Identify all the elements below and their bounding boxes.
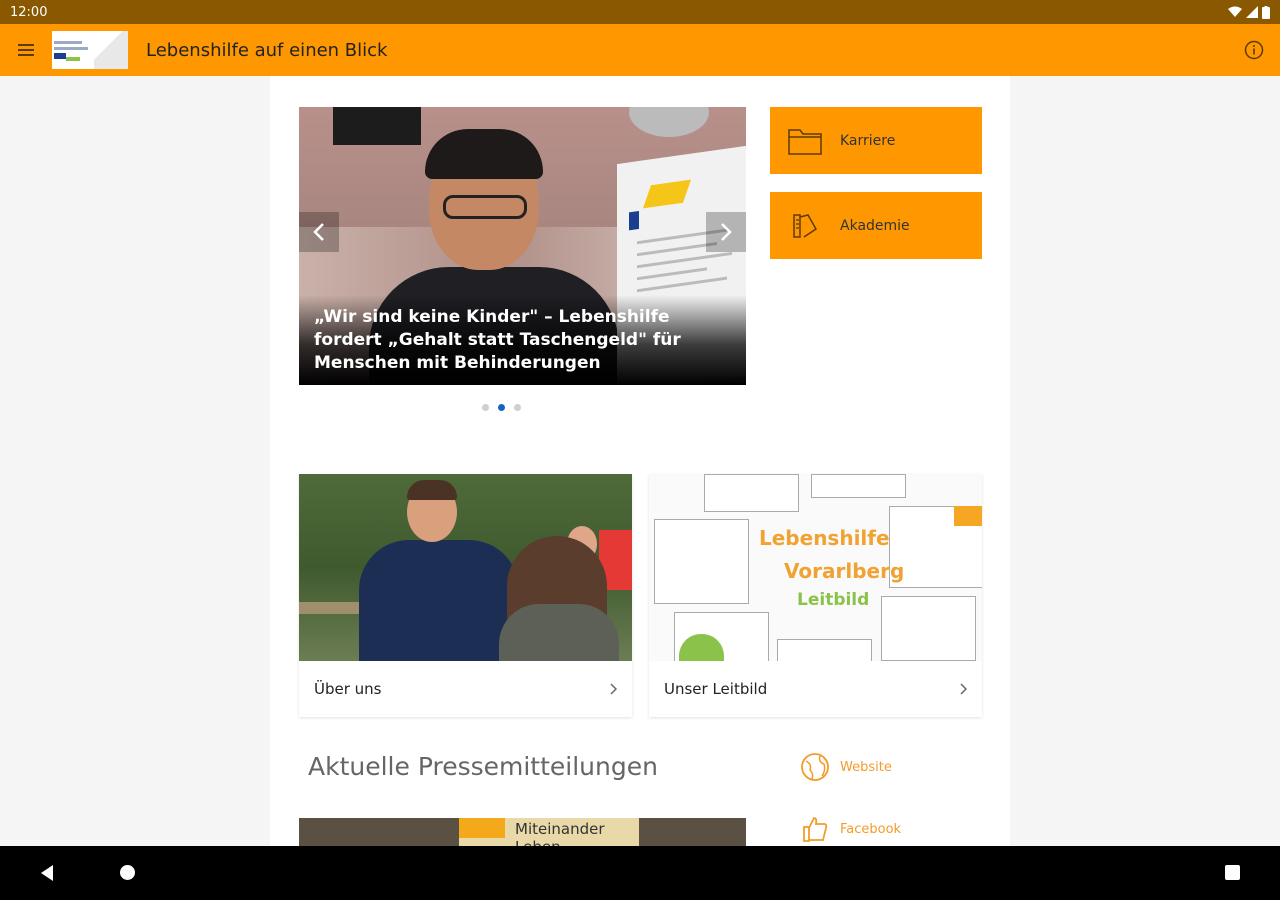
leitbild-image: Lebenshilfe Vorarlberg Leitbild: [649, 474, 982, 661]
carousel-dot[interactable]: [482, 404, 489, 411]
ueber-uns-image: [299, 474, 632, 661]
press-image-sign: Miteinander Leben: [515, 820, 605, 846]
info-button[interactable]: [1228, 24, 1280, 76]
leitbild-image-text: Lebenshilfe: [759, 526, 890, 550]
signal-icon: [1246, 6, 1258, 18]
navigation-bar: [0, 846, 1280, 900]
academy-icon: [793, 213, 817, 238]
carousel-caption[interactable]: „Wir sind keine Kinder" – Lebenshilfe fo…: [314, 306, 734, 375]
press-image[interactable]: Miteinander Leben: [299, 818, 746, 846]
ueber-uns-label: Über uns: [314, 680, 382, 698]
website-link[interactable]: Website: [790, 752, 892, 782]
karriere-tile[interactable]: Karriere: [770, 107, 982, 174]
carousel-dot-active[interactable]: [498, 404, 505, 411]
battery-icon: [1262, 5, 1270, 19]
home-button[interactable]: [120, 865, 135, 880]
akademie-tile[interactable]: Akademie: [770, 192, 982, 259]
chevron-right-icon: [610, 683, 617, 695]
thumbs-up-icon: [803, 817, 828, 842]
carousel-indicator: [482, 404, 521, 411]
carousel-prev-button[interactable]: [299, 212, 339, 252]
carousel-next-button[interactable]: [706, 212, 746, 252]
menu-icon: [18, 44, 34, 56]
news-carousel[interactable]: „Wir sind keine Kinder" – Lebenshilfe fo…: [299, 107, 746, 385]
leitbild-label: Unser Leitbild: [664, 680, 768, 698]
leitbild-image-text: Leitbild: [797, 590, 870, 610]
chevron-right-icon: [721, 223, 732, 241]
menu-button[interactable]: [0, 24, 52, 76]
website-label: Website: [840, 759, 892, 775]
leitbild-image-text: Vorarlberg: [784, 559, 905, 583]
facebook-label: Facebook: [840, 821, 902, 837]
content-panel: „Wir sind keine Kinder" – Lebenshilfe fo…: [270, 76, 1010, 846]
status-bar: 12:00: [0, 0, 1280, 24]
recents-button[interactable]: [1225, 865, 1240, 880]
info-icon: [1244, 40, 1264, 60]
folder-icon: [788, 128, 822, 155]
akademie-label: Akademie: [840, 217, 910, 234]
status-time: 12:00: [10, 4, 48, 20]
globe-icon: [801, 753, 829, 781]
leitbild-card[interactable]: Lebenshilfe Vorarlberg Leitbild Unser Le…: [649, 474, 982, 717]
app-bar: Lebenshilfe auf einen Blick: [0, 24, 1280, 76]
app-logo: [52, 31, 128, 69]
chevron-left-icon: [313, 223, 324, 241]
back-button[interactable]: [38, 863, 56, 883]
facebook-link[interactable]: Facebook: [790, 814, 901, 844]
wifi-icon: [1228, 6, 1242, 17]
chevron-right-icon: [960, 683, 967, 695]
app-title: Lebenshilfe auf einen Blick: [146, 39, 388, 61]
karriere-label: Karriere: [840, 132, 896, 149]
ueber-uns-card[interactable]: Über uns: [299, 474, 632, 717]
carousel-dot[interactable]: [514, 404, 521, 411]
press-section-title: Aktuelle Pressemitteilungen: [308, 752, 658, 781]
